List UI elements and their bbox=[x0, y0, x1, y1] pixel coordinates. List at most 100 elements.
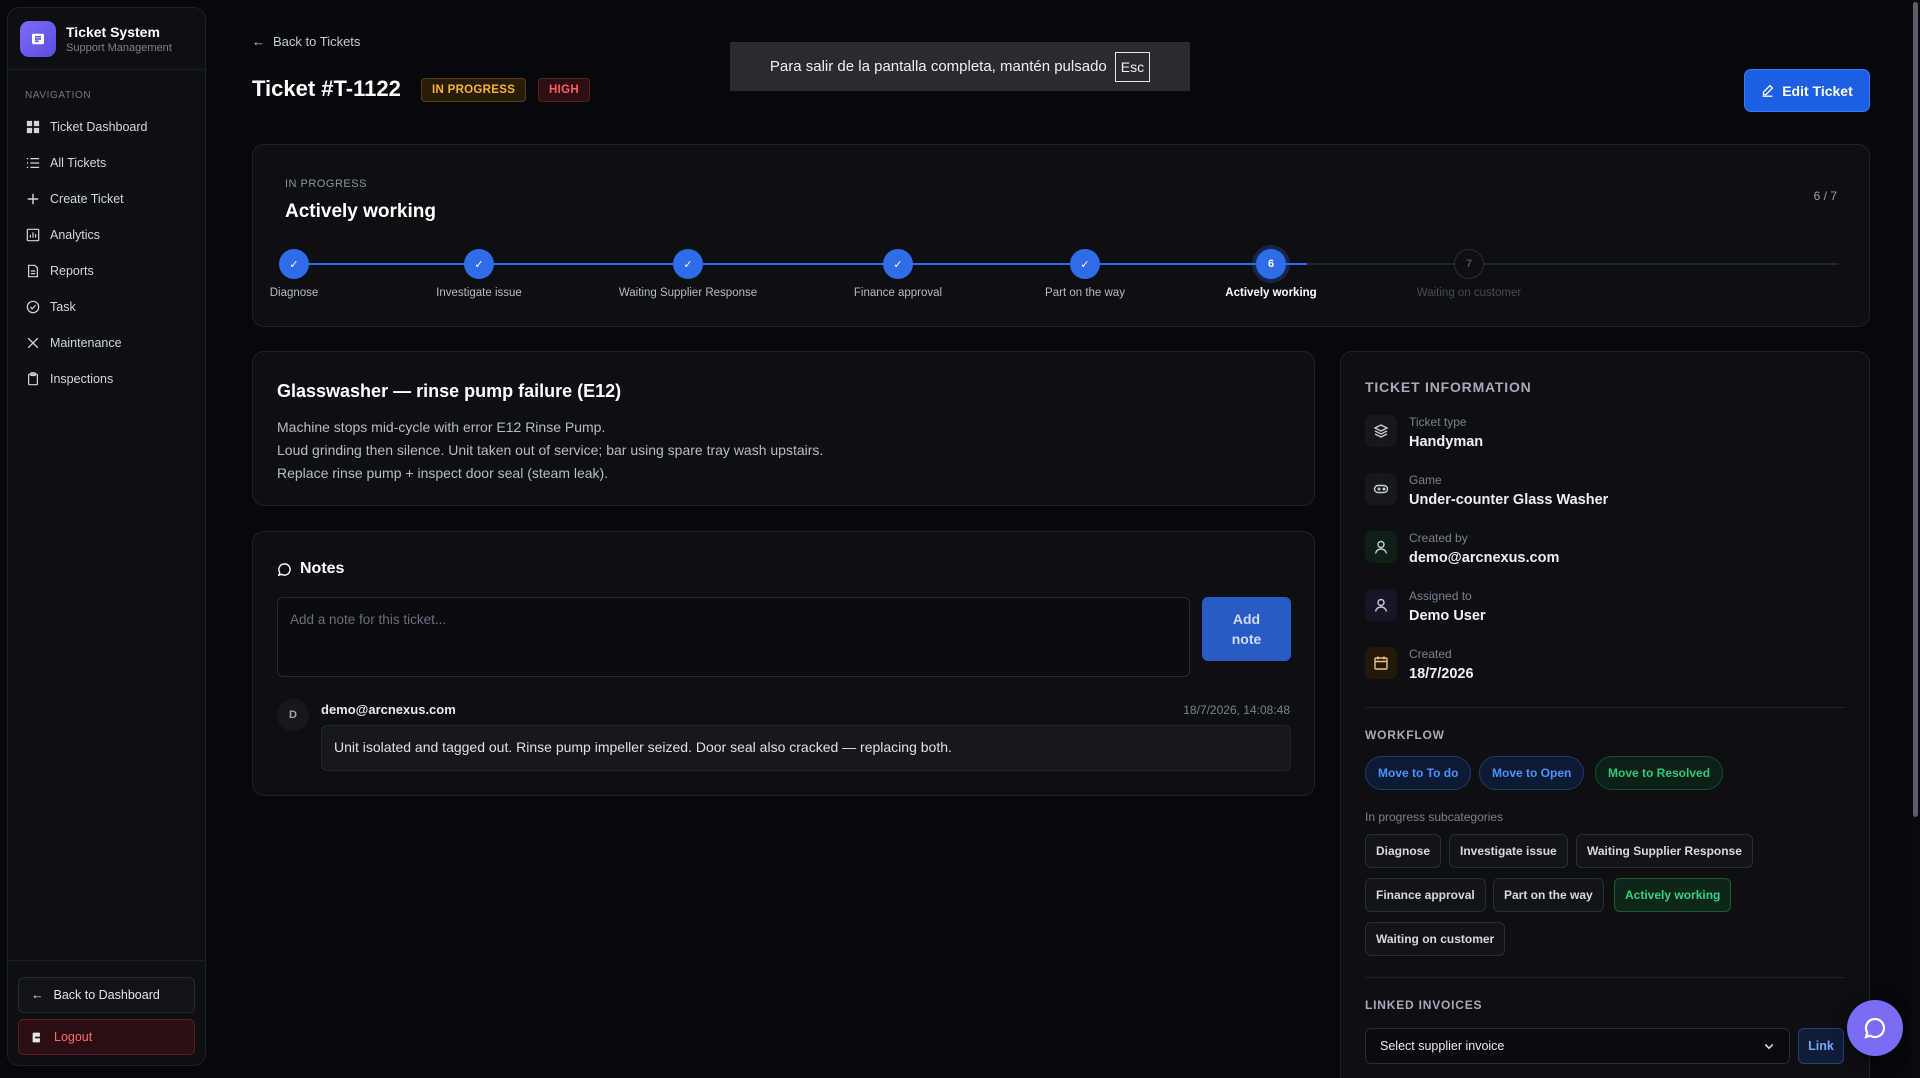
check-icon: ✓ bbox=[1070, 249, 1100, 279]
brand-subtitle: Support Management bbox=[66, 42, 172, 54]
description-body: Machine stops mid-cycle with error E12 R… bbox=[277, 416, 823, 485]
subcategory-actively-working[interactable]: Actively working bbox=[1614, 878, 1732, 912]
check-icon: ✓ bbox=[279, 249, 309, 279]
subcategory-part-on-the-way[interactable]: Part on the way bbox=[1493, 878, 1604, 912]
progress-card: IN PROGRESS Actively working 6 / 7 ✓ Diag… bbox=[252, 144, 1870, 327]
progress-step-label: Actively working bbox=[1225, 287, 1317, 299]
sidebar-item-label: Reports bbox=[50, 264, 94, 278]
description-line: Loud grinding then silence. Unit taken o… bbox=[277, 442, 824, 458]
move-to-resolved-button[interactable]: Move to Resolved bbox=[1595, 756, 1724, 790]
move-to-open-button[interactable]: Move to Open bbox=[1479, 756, 1585, 790]
check-icon: ✓ bbox=[673, 249, 703, 279]
sidebar-item-task[interactable]: Task bbox=[8, 289, 205, 325]
scrollbar-thumb[interactable] bbox=[1913, 2, 1918, 817]
edit-ticket-button[interactable]: Edit Ticket bbox=[1744, 69, 1870, 112]
sidebar-item-ticket-dashboard[interactable]: Ticket Dashboard bbox=[8, 109, 205, 145]
logout-button[interactable]: Logout bbox=[18, 1019, 195, 1055]
info-label: Ticket type bbox=[1409, 415, 1467, 429]
info-label: Created by bbox=[1409, 531, 1468, 545]
note-author: demo@arcnexus.com bbox=[321, 702, 456, 717]
notes-header: Notes bbox=[277, 560, 344, 578]
progress-kicker: IN PROGRESS bbox=[285, 178, 367, 190]
sidebar-item-reports[interactable]: Reports bbox=[8, 253, 205, 289]
sidebar-item-analytics[interactable]: Analytics bbox=[8, 217, 205, 253]
subcategory-diagnose[interactable]: Diagnose bbox=[1365, 834, 1442, 868]
sidebar-item-create-ticket[interactable]: Create Ticket bbox=[8, 181, 205, 217]
description-card: Glasswasher — rinse pump failure (E12) M… bbox=[252, 351, 1315, 506]
divider bbox=[1365, 977, 1845, 978]
subcategory-investigate-issue[interactable]: Investigate issue bbox=[1449, 834, 1568, 868]
ticket-information-title: TICKET INFORMATION bbox=[1365, 379, 1532, 395]
page-scrollbar[interactable] bbox=[1911, 0, 1920, 1078]
sidebar-item-label: Create Ticket bbox=[50, 192, 124, 206]
info-value: demo@arcnexus.com bbox=[1409, 550, 1560, 566]
info-value: Under-counter Glass Washer bbox=[1409, 492, 1609, 508]
progress-step: ✓ Waiting Supplier Response bbox=[578, 249, 798, 299]
status-badge: IN PROGRESS bbox=[421, 78, 527, 102]
progress-step: 7 Waiting on customer bbox=[1359, 249, 1579, 299]
logout-label: Logout bbox=[54, 1030, 93, 1044]
sidebar-item-label: Task bbox=[50, 300, 76, 314]
info-label: Assigned to bbox=[1409, 589, 1472, 603]
arrow-left-icon: ← bbox=[252, 34, 265, 49]
gamepad-icon bbox=[1365, 473, 1397, 505]
progress-title: Actively working bbox=[285, 201, 436, 222]
ticket-information-card: TICKET INFORMATION Ticket type Handyman … bbox=[1340, 351, 1870, 1078]
add-note-label: note bbox=[1231, 631, 1262, 647]
link-invoice-button[interactable]: Link bbox=[1798, 1028, 1844, 1064]
sidebar-item-label: All Tickets bbox=[50, 156, 107, 170]
wrench-icon bbox=[27, 337, 39, 349]
sidebar-item-inspections[interactable]: Inspections bbox=[8, 361, 205, 397]
avatar: D bbox=[277, 699, 309, 731]
sidebar-item-label: Analytics bbox=[50, 228, 101, 242]
plus-icon bbox=[27, 193, 39, 205]
subcategories-label: In progress subcategories bbox=[1365, 810, 1504, 824]
note-input-placeholder: Add a note for this ticket... bbox=[290, 612, 447, 627]
info-value: Demo User bbox=[1409, 608, 1486, 624]
supplier-invoice-select-value: Select supplier invoice bbox=[1380, 1039, 1505, 1053]
notes-title: Notes bbox=[300, 560, 345, 577]
sidebar-item-all-tickets[interactable]: All Tickets bbox=[8, 145, 205, 181]
sidebar-item-maintenance[interactable]: Maintenance bbox=[8, 325, 205, 361]
progress-step: ✓ Investigate issue bbox=[369, 249, 589, 299]
info-row-assigned-to: Assigned to Demo User bbox=[1365, 587, 1486, 624]
priority-badge: HIGH bbox=[538, 78, 590, 102]
sidebar-item-label: Ticket Dashboard bbox=[50, 120, 148, 134]
move-to-todo-button[interactable]: Move to To do bbox=[1365, 756, 1472, 790]
info-label: Game bbox=[1409, 473, 1442, 487]
add-note-button[interactable]: Add note bbox=[1202, 597, 1291, 661]
description-line: Replace rinse pump + inspect door seal (… bbox=[277, 465, 609, 481]
calendar-icon bbox=[1365, 647, 1397, 679]
subcategory-waiting-on-customer[interactable]: Waiting on customer bbox=[1365, 922, 1506, 956]
check-icon: ✓ bbox=[464, 249, 494, 279]
back-to-tickets-link[interactable]: ← Back to Tickets bbox=[252, 34, 360, 49]
divider bbox=[1365, 707, 1845, 708]
back-to-dashboard-button[interactable]: ← Back to Dashboard bbox=[18, 977, 195, 1013]
step-number: 7 bbox=[1454, 249, 1484, 279]
chat-button[interactable] bbox=[1847, 1000, 1903, 1056]
sidebar-item-label: Maintenance bbox=[50, 336, 122, 350]
chart-icon bbox=[26, 228, 40, 242]
supplier-invoice-select[interactable]: Select supplier invoice bbox=[1365, 1028, 1790, 1064]
info-row-created: Created 18/7/2026 bbox=[1365, 645, 1474, 682]
list-icon bbox=[26, 157, 40, 169]
logout-icon bbox=[32, 1032, 43, 1042]
arrow-left-icon: ← bbox=[31, 988, 44, 1002]
info-row-game: Game Under-counter Glass Washer bbox=[1365, 471, 1608, 508]
subcategory-waiting-supplier[interactable]: Waiting Supplier Response bbox=[1576, 834, 1753, 868]
pencil-icon bbox=[1762, 84, 1774, 97]
description-line: Machine stops mid-cycle with error E12 R… bbox=[277, 419, 606, 435]
description-title: Glasswasher — rinse pump failure (E12) bbox=[277, 381, 622, 401]
user-icon bbox=[1365, 531, 1397, 563]
step-number: 6 bbox=[1256, 249, 1286, 279]
subcategory-finance-approval[interactable]: Finance approval bbox=[1365, 878, 1486, 912]
toast-key: Esc bbox=[1114, 51, 1151, 82]
add-note-label: Add bbox=[1232, 611, 1261, 627]
note-input[interactable]: Add a note for this ticket... bbox=[277, 597, 1190, 677]
grid-icon bbox=[26, 120, 40, 134]
user-icon bbox=[1365, 589, 1397, 621]
sidebar-bottom: ← Back to Dashboard Logout bbox=[8, 960, 205, 1065]
chat-icon bbox=[1864, 1017, 1886, 1039]
workflow-title: WORKFLOW bbox=[1365, 728, 1445, 742]
progress-step: 6 Actively working bbox=[1161, 249, 1381, 299]
